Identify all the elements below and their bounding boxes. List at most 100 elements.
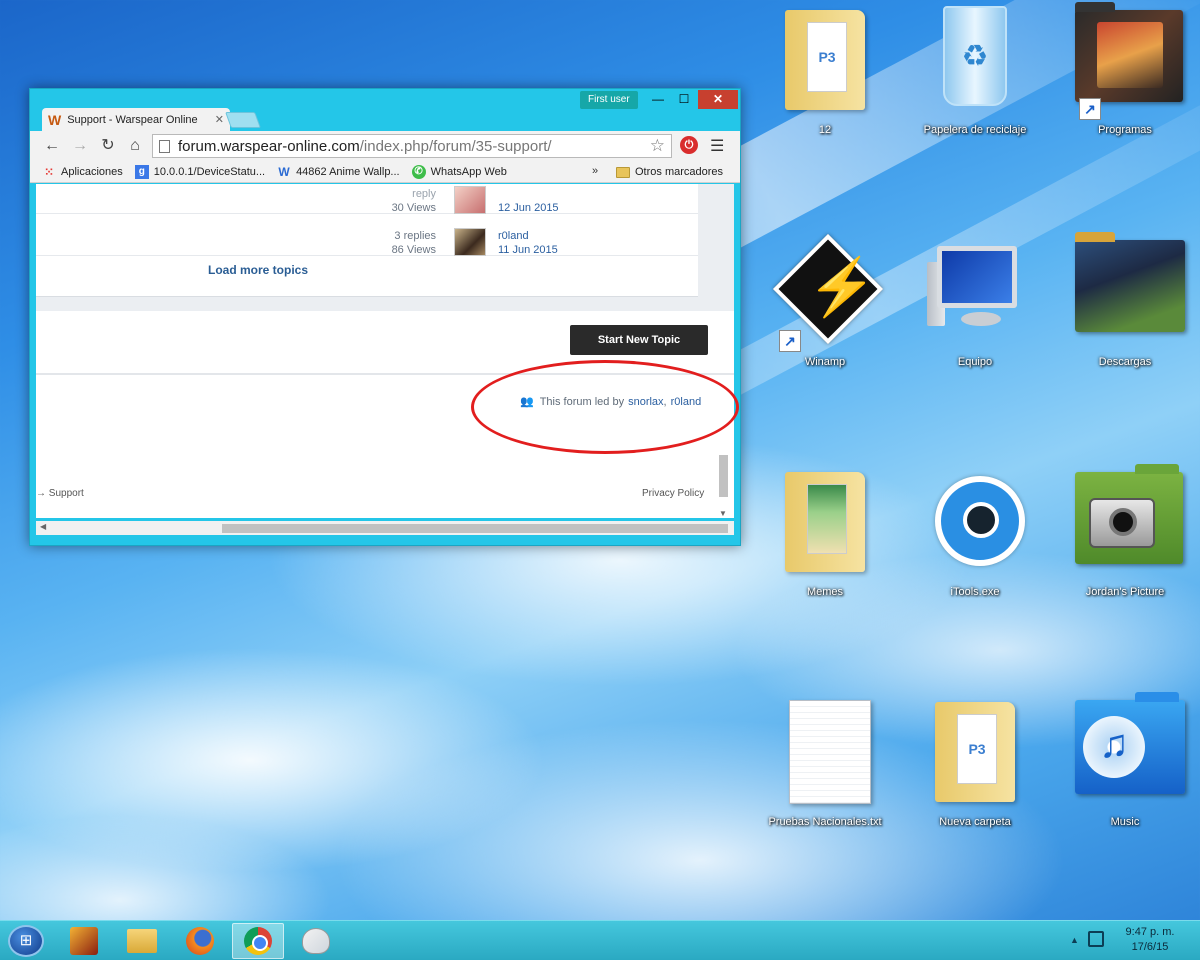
anime-folder-icon: ↗ — [1075, 0, 1183, 120]
taskbar-firefox[interactable] — [174, 923, 226, 959]
post-date: 12 Jun 2015 — [498, 202, 559, 214]
desktop-icon-descargas[interactable]: Descargas — [1060, 232, 1190, 382]
scroll-left-arrow-icon[interactable]: ◀ — [40, 522, 46, 531]
reply-count: 3 replies — [394, 230, 436, 242]
desktop-icon-programas[interactable]: ↗ Programas — [1060, 0, 1190, 150]
bookmark-anime-wallpaper[interactable]: W 44862 Anime Wallp... — [277, 164, 399, 179]
desktop-icon-folder-12[interactable]: P3 12 — [760, 0, 890, 150]
anime-folder-icon — [1075, 232, 1185, 352]
bookmark-whatsapp[interactable]: ✆ WhatsApp Web — [411, 164, 507, 179]
system-clock[interactable]: 9:47 p. m. 17/6/15 — [1120, 925, 1180, 955]
firefox-icon — [186, 927, 214, 955]
desktop-icon-pruebas-nacionales[interactable]: Pruebas Nacionales.txt — [760, 692, 890, 842]
paint-icon — [302, 928, 330, 954]
shortcut-arrow-icon: ↗ — [1079, 98, 1101, 120]
w-icon: W — [278, 164, 290, 179]
desktop-icon-nueva-carpeta[interactable]: P3 Nueva carpeta — [910, 692, 1040, 842]
privacy-policy-link[interactable]: Privacy Policy — [642, 488, 704, 499]
network-icon[interactable] — [1088, 931, 1104, 947]
bookmark-star-icon[interactable]: ☆ — [650, 136, 665, 156]
avatar[interactable] — [454, 186, 486, 214]
moderator-link[interactable]: r0land — [671, 396, 702, 408]
web-page-content: reply 30 Views 12 Jun 2015 3 replies 86 … — [36, 184, 734, 518]
back-icon[interactable]: ← — [42, 136, 62, 156]
topic-list-panel: reply 30 Views 12 Jun 2015 3 replies 86 … — [36, 184, 698, 297]
game-icon — [70, 927, 98, 955]
tab-close-icon[interactable]: ✕ — [215, 113, 224, 126]
avatar[interactable] — [454, 228, 486, 256]
folder-icon — [616, 166, 630, 178]
users-icon: 👥 — [520, 396, 534, 408]
scrollbar-thumb[interactable] — [719, 455, 728, 497]
desktop-icon-label: 12 — [818, 124, 832, 136]
shortcut-arrow-icon: ↗ — [779, 330, 801, 352]
horizontal-scrollbar[interactable]: ◀ — [36, 521, 734, 535]
show-hidden-icons-chevron[interactable]: ▲ — [1070, 935, 1079, 945]
menu-icon[interactable]: ☰ — [710, 136, 724, 156]
address-bar[interactable]: forum.warspear-online.com/index.php/foru… — [152, 134, 672, 158]
other-bookmarks[interactable]: Otros marcadores — [616, 161, 723, 183]
home-icon[interactable]: ⌂ — [125, 136, 145, 156]
taskbar-explorer[interactable] — [116, 923, 168, 959]
breadcrumb[interactable]: → Support — [36, 488, 84, 499]
moderator-link[interactable]: snorlax — [628, 396, 663, 408]
start-button[interactable]: ⊞ — [8, 925, 44, 957]
folder-icon: P3 — [925, 692, 1025, 812]
desktop-icon-memes[interactable]: Memes — [760, 462, 890, 612]
recycle-bin-icon: ♻ — [925, 0, 1025, 120]
vertical-scrollbar[interactable]: ▼ — [716, 357, 730, 518]
folder-icon: P3 — [775, 0, 875, 120]
desktop-icon-label: Jordan's Picture — [1085, 586, 1165, 598]
clock-time: 9:47 p. m. — [1125, 926, 1175, 938]
start-new-topic-button[interactable]: Start New Topic — [570, 325, 708, 355]
google-icon: g — [134, 164, 149, 179]
load-more-topics-link[interactable]: Load more topics — [36, 263, 480, 277]
view-count: 86 Views — [391, 244, 436, 256]
desktop-icon-label: Memes — [806, 586, 844, 598]
title-bar[interactable]: First user — ☐ ✕ W Support - Warspear On… — [30, 89, 740, 131]
new-tab-button[interactable] — [225, 112, 261, 128]
taskbar-paint[interactable] — [290, 923, 342, 959]
forum-footer-section: Start New Topic 👥 This forum led by snor… — [36, 311, 734, 518]
bookmark-device-status[interactable]: g 10.0.0.1/DeviceStatu... — [134, 164, 265, 179]
bookmark-apps[interactable]: ⁙ Aplicaciones — [42, 165, 123, 179]
camera-folder-icon — [1075, 462, 1183, 582]
apps-grid-icon: ⁙ — [43, 164, 55, 179]
desktop-icon-recycle-bin[interactable]: ♻ Papelera de reciclaje — [910, 0, 1040, 150]
reload-icon[interactable]: ↻ — [98, 136, 118, 156]
table-row[interactable]: 3 replies 86 Views r0land 11 Jun 2015 — [36, 214, 698, 256]
bookmarks-overflow-chevron[interactable]: » — [592, 165, 598, 177]
taskbar: ⊞ ▲ 9:47 p. m. 17/6/15 — [0, 920, 1200, 960]
maximize-button[interactable]: ☐ — [671, 90, 697, 109]
table-row[interactable]: reply 30 Views 12 Jun 2015 — [36, 184, 698, 214]
profile-badge[interactable]: First user — [580, 91, 638, 109]
desktop-icon-label: Music — [1110, 816, 1140, 828]
taskbar-game[interactable] — [58, 923, 110, 959]
forum-moderators: 👥 This forum led by snorlax, r0land — [520, 395, 702, 409]
tab-title: Support - Warspear Online — [67, 113, 198, 126]
page-icon — [159, 139, 170, 153]
divider — [36, 373, 734, 375]
browser-toolbar: ← → ↻ ⌂ forum.warspear-online.com/index.… — [30, 131, 740, 161]
desktop-icon-label: Programas — [1098, 124, 1152, 136]
browser-tab[interactable]: W Support - Warspear Online ✕ — [42, 108, 230, 131]
reply-count: reply — [412, 188, 436, 200]
minimize-button[interactable]: — — [645, 90, 671, 109]
folder-icon — [775, 462, 875, 582]
post-date: 11 Jun 2015 — [498, 244, 558, 256]
winamp-icon: ⚡ ↗ — [772, 232, 884, 352]
desktop-icon-winamp[interactable]: ⚡ ↗ Winamp — [760, 232, 890, 382]
desktop-icon-label: Descargas — [1098, 356, 1152, 368]
desktop-icon-jordans-picture[interactable]: Jordan's Picture — [1060, 462, 1190, 612]
desktop-icon-itools[interactable]: iTools.exe — [910, 462, 1040, 612]
desktop-icon-music[interactable]: ♫ Music — [1060, 692, 1190, 842]
extension-power-icon[interactable]: ⏻ — [680, 136, 698, 154]
warspear-favicon-icon: W — [48, 111, 62, 128]
scrollbar-thumb[interactable] — [222, 524, 728, 533]
forward-icon[interactable]: → — [70, 136, 90, 156]
close-button[interactable]: ✕ — [698, 90, 738, 109]
scroll-down-arrow-icon[interactable]: ▼ — [719, 509, 727, 518]
poster-link[interactable]: r0land — [498, 230, 529, 242]
taskbar-chrome[interactable] — [232, 923, 284, 959]
desktop-icon-equipo[interactable]: Equipo — [910, 232, 1040, 382]
